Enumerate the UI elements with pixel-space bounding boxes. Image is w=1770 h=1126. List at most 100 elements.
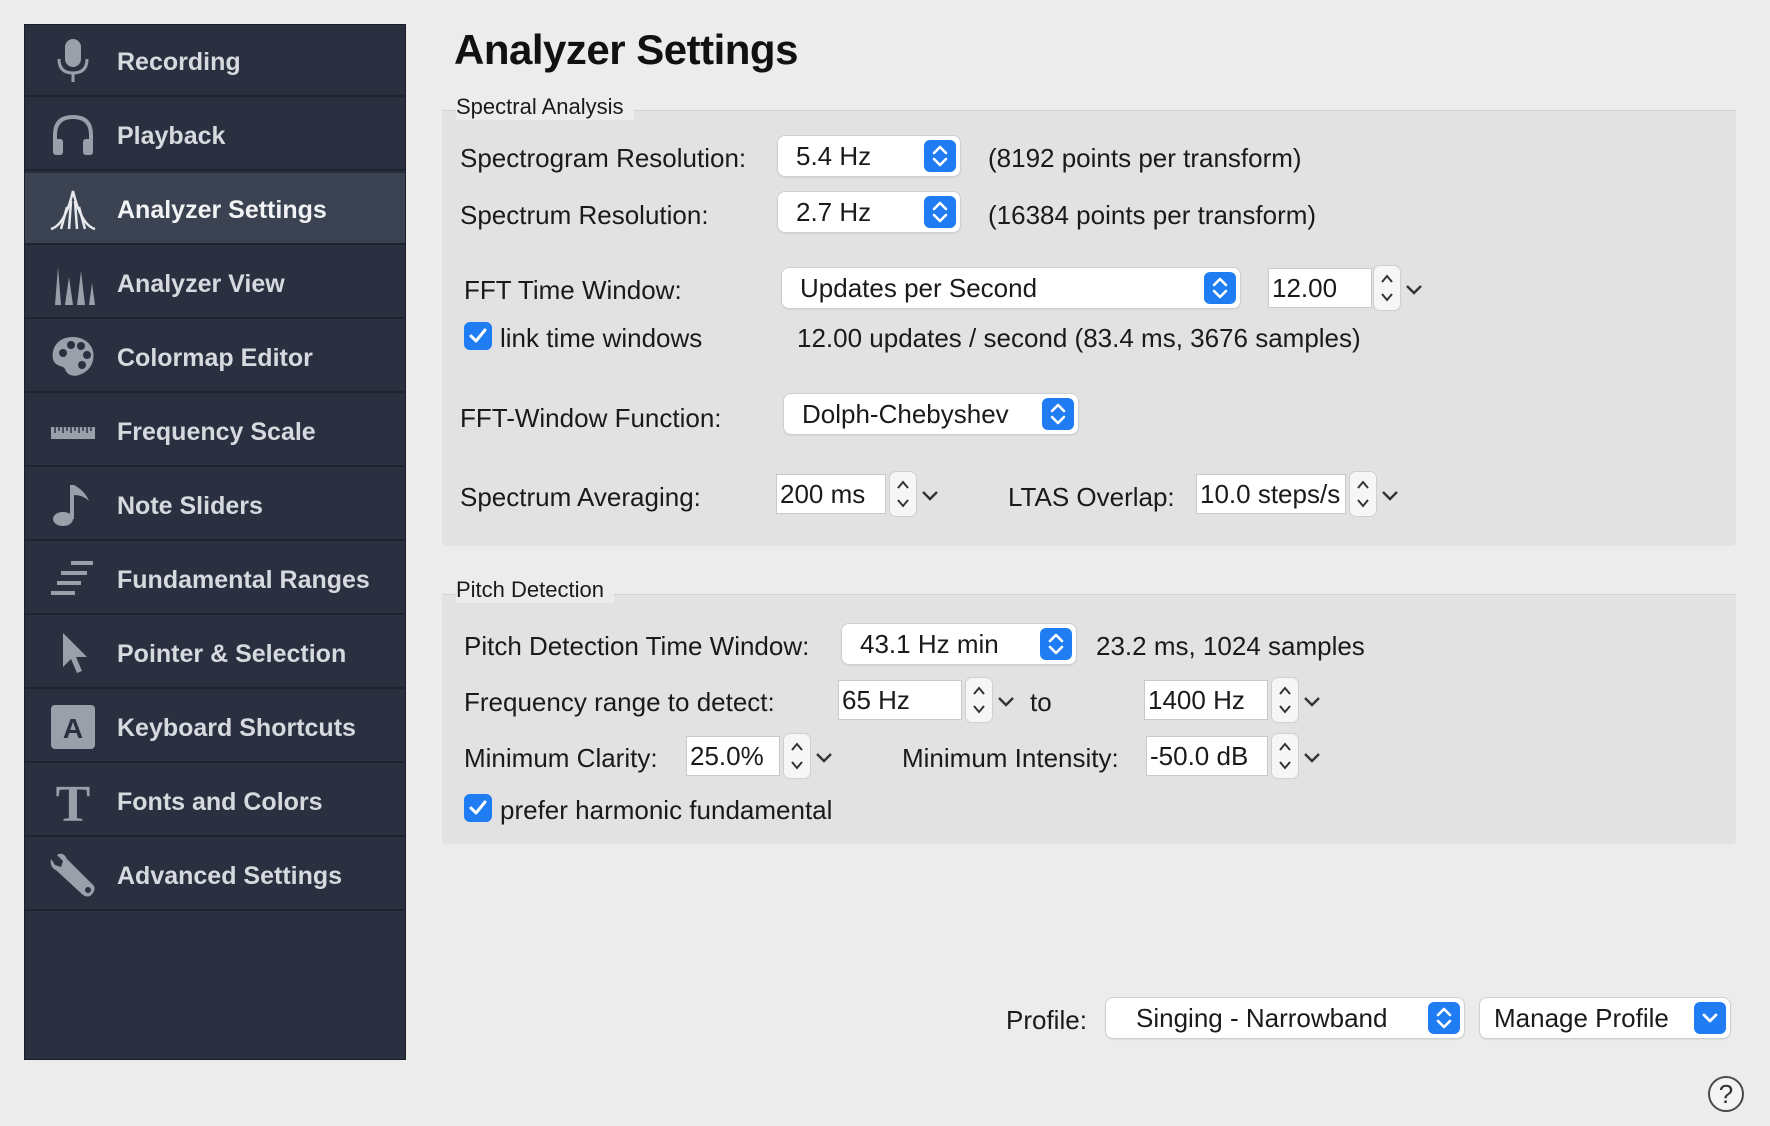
updown-chevron-icon xyxy=(1428,1002,1460,1034)
spectrum-analyzer-icon xyxy=(49,185,97,233)
spectrum-resolution-popup[interactable]: 2.7 Hz xyxy=(778,192,960,232)
profile-value: Singing - Narrowband xyxy=(1136,1003,1388,1033)
frequency-min-field[interactable]: 65 Hz xyxy=(838,680,962,720)
minimum-clarity-label: Minimum Clarity: xyxy=(464,743,658,773)
minimum-intensity-label: Minimum Intensity: xyxy=(902,743,1119,773)
minimum-clarity-field[interactable]: 25.0% xyxy=(686,736,780,776)
sidebar-item-label: Note Sliders xyxy=(117,492,263,520)
sidebar-item-label: Colormap Editor xyxy=(117,344,313,372)
updown-chevron-icon xyxy=(924,140,956,172)
fft-time-window-info: 12.00 updates / second (83.4 ms, 3676 sa… xyxy=(797,323,1361,353)
help-icon: ? xyxy=(1718,1078,1734,1109)
fft-time-window-mode-popup[interactable]: Updates per Second xyxy=(782,268,1240,308)
frequency-min-stepper[interactable] xyxy=(966,678,992,722)
sidebar-item-label: Analyzer View xyxy=(117,270,285,298)
group-divider xyxy=(442,110,1736,111)
frequency-max-field[interactable]: 1400 Hz xyxy=(1144,680,1268,720)
spectral-analysis-title: Spectral Analysis xyxy=(456,94,634,120)
sidebar-item-advanced-settings[interactable]: Advanced Settings xyxy=(25,839,405,911)
minimum-clarity-dropdown-icon[interactable] xyxy=(814,751,834,765)
fft-time-window-value-field[interactable]: 12.00 xyxy=(1268,268,1372,308)
svg-text:A: A xyxy=(63,713,83,744)
frequency-range-to-label: to xyxy=(1030,687,1052,717)
sidebar-item-label: Keyboard Shortcuts xyxy=(117,714,356,742)
frequency-max-stepper[interactable] xyxy=(1272,678,1298,722)
checkmark-icon xyxy=(469,328,487,343)
microphone-icon xyxy=(49,37,97,85)
pitch-time-window-note: 23.2 ms, 1024 samples xyxy=(1096,631,1365,661)
sidebar-item-playback[interactable]: Playback xyxy=(25,99,405,171)
fft-window-function-popup[interactable]: Dolph-Chebyshev xyxy=(784,394,1078,434)
spectrum-averaging-stepper[interactable] xyxy=(890,472,916,516)
music-note-icon xyxy=(49,481,97,529)
link-time-windows-label: link time windows xyxy=(500,323,703,353)
sidebar-item-recording[interactable]: Recording xyxy=(25,25,405,97)
frequency-min-dropdown-icon[interactable] xyxy=(996,695,1016,709)
sidebar-item-keyboard-shortcuts[interactable]: A Keyboard Shortcuts xyxy=(25,691,405,763)
sidebar-item-frequency-scale[interactable]: Frequency Scale xyxy=(25,395,405,467)
group-divider xyxy=(442,594,1736,595)
pitch-time-window-popup[interactable]: 43.1 Hz min xyxy=(842,624,1076,664)
ltas-overlap-stepper[interactable] xyxy=(1350,472,1376,516)
sidebar-item-label: Analyzer Settings xyxy=(117,196,327,224)
fft-time-window-dropdown-icon[interactable] xyxy=(1404,283,1424,297)
spectrum-resolution-note: (16384 points per transform) xyxy=(988,200,1317,230)
spectrogram-resolution-label: Spectrogram Resolution: xyxy=(460,143,747,173)
link-time-windows-checkbox[interactable] xyxy=(464,322,492,350)
profile-label: Profile: xyxy=(1006,1005,1087,1035)
ltas-overlap-label: LTAS Overlap: xyxy=(1008,482,1175,512)
minimum-intensity-dropdown-icon[interactable] xyxy=(1302,751,1322,765)
manage-profile-label: Manage Profile xyxy=(1494,1003,1669,1033)
sidebar-item-label: Fundamental Ranges xyxy=(117,566,370,594)
pitch-time-window-label: Pitch Detection Time Window: xyxy=(464,631,810,661)
pointer-icon xyxy=(49,629,97,677)
fft-window-function-label: FFT-Window Function: xyxy=(460,403,722,433)
sidebar: Recording Playback Analyzer Settings Ana… xyxy=(24,24,406,1060)
ruler-icon xyxy=(49,407,97,455)
sidebar-item-analyzer-view[interactable]: Analyzer View xyxy=(25,247,405,319)
sidebar-item-colormap-editor[interactable]: Colormap Editor xyxy=(25,321,405,393)
sidebar-item-fundamental-ranges[interactable]: Fundamental Ranges xyxy=(25,543,405,615)
palette-icon xyxy=(49,333,97,381)
keyboard-key-icon: A xyxy=(49,703,97,751)
sidebar-item-label: Playback xyxy=(117,122,226,150)
help-button[interactable]: ? xyxy=(1708,1076,1744,1112)
updown-chevron-icon xyxy=(1204,272,1236,304)
checkmark-icon xyxy=(469,800,487,815)
spectrogram-resolution-note: (8192 points per transform) xyxy=(988,143,1302,173)
sidebar-item-label: Recording xyxy=(117,48,241,76)
sidebar-item-fonts-and-colors[interactable]: T Fonts and Colors xyxy=(25,765,405,837)
ltas-overlap-dropdown-icon[interactable] xyxy=(1380,489,1400,503)
sidebar-item-pointer-selection[interactable]: Pointer & Selection xyxy=(25,617,405,689)
minimum-clarity-stepper[interactable] xyxy=(784,734,810,778)
frequency-range-label: Frequency range to detect: xyxy=(464,687,775,717)
pitch-detection-title: Pitch Detection xyxy=(456,577,614,603)
manage-profile-button[interactable]: Manage Profile xyxy=(1480,998,1730,1038)
sidebar-item-note-sliders[interactable]: Note Sliders xyxy=(25,469,405,541)
spectrogram-resolution-popup[interactable]: 5.4 Hz xyxy=(778,136,960,176)
chevron-down-icon xyxy=(1694,1002,1726,1034)
fft-window-function-value: Dolph-Chebyshev xyxy=(802,399,1009,429)
fft-time-window-stepper[interactable] xyxy=(1374,266,1400,310)
pitch-time-window-value: 43.1 Hz min xyxy=(860,629,999,659)
ltas-overlap-field[interactable]: 10.0 steps/s xyxy=(1196,474,1346,514)
prefer-harmonic-checkbox[interactable] xyxy=(464,794,492,822)
fft-time-window-mode: Updates per Second xyxy=(800,273,1038,303)
spectrum-resolution-label: Spectrum Resolution: xyxy=(460,200,709,230)
spectrogram-resolution-value: 5.4 Hz xyxy=(796,141,872,171)
minimum-intensity-field[interactable]: -50.0 dB xyxy=(1146,736,1268,776)
sidebar-item-label: Frequency Scale xyxy=(117,418,316,446)
sidebar-item-analyzer-settings[interactable]: Analyzer Settings xyxy=(25,173,405,245)
svg-text:T: T xyxy=(56,777,91,825)
spectrum-averaging-label: Spectrum Averaging: xyxy=(460,482,701,512)
prefer-harmonic-label: prefer harmonic fundamental xyxy=(500,795,833,825)
spectrum-averaging-field[interactable]: 200 ms xyxy=(776,474,886,514)
profile-popup[interactable]: Singing - Narrowband xyxy=(1106,998,1464,1038)
fft-time-window-label: FFT Time Window: xyxy=(464,275,682,305)
minimum-intensity-stepper[interactable] xyxy=(1272,734,1298,778)
frequency-max-dropdown-icon[interactable] xyxy=(1302,695,1322,709)
sidebar-item-label: Advanced Settings xyxy=(117,862,343,890)
spectrum-averaging-dropdown-icon[interactable] xyxy=(920,489,940,503)
wrench-icon xyxy=(49,851,97,899)
font-icon: T xyxy=(49,777,97,825)
